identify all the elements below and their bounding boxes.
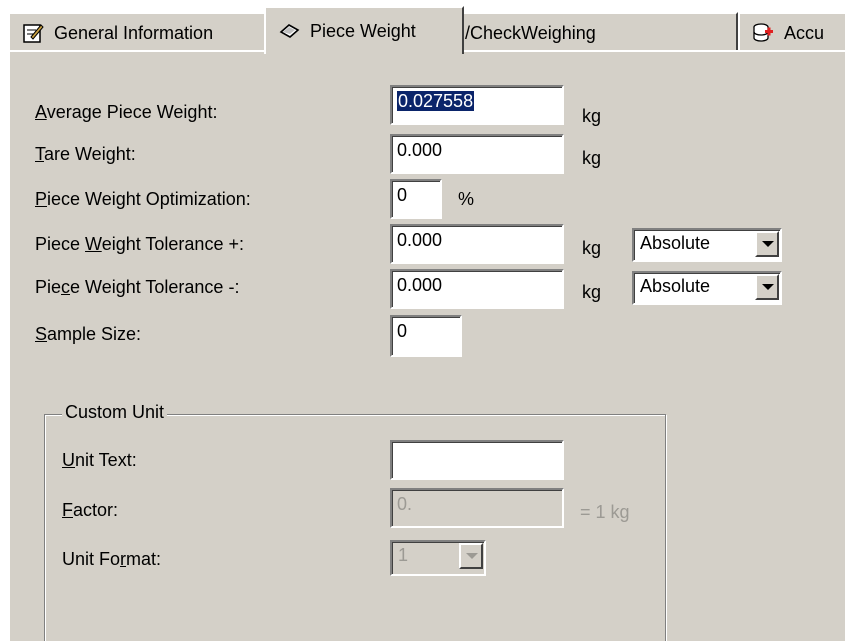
- unit-format-select[interactable]: 1: [390, 540, 486, 576]
- accumulation-icon: [753, 23, 773, 42]
- tab-label: Accu: [784, 22, 825, 43]
- weight-piece-icon: [279, 24, 300, 38]
- tolerance-plus-label: Piece Weight Tolerance +:: [35, 234, 244, 254]
- tolerance-minus-unit: kg: [582, 282, 602, 302]
- tab-label: General Information: [54, 22, 214, 43]
- unit-format-label: Unit Format:: [62, 549, 162, 569]
- chevron-down-icon[interactable]: [755, 274, 779, 300]
- selected-value: Absolute: [640, 233, 711, 253]
- custom-unit-title: Custom Unit: [62, 402, 168, 423]
- average-piece-weight-input[interactable]: 0.027558: [390, 85, 564, 125]
- tolerance-plus-input[interactable]: 0.000: [390, 224, 564, 264]
- unit-text-label: Unit Text:: [62, 450, 137, 470]
- factor-input[interactable]: 0.: [390, 488, 564, 528]
- tare-weight-label: Tare Weight:: [35, 144, 136, 164]
- tare-weight-input[interactable]: 0.000: [390, 134, 564, 174]
- tab-label: Piece Weight: [310, 20, 416, 41]
- chevron-down-icon[interactable]: [755, 231, 779, 257]
- tab-piece-weight[interactable]: Piece Weight: [264, 6, 464, 54]
- selected-value: Absolute: [640, 276, 711, 296]
- unit-text-input[interactable]: [390, 440, 564, 480]
- factor-label: Factor:: [62, 500, 119, 520]
- average-piece-weight-unit: kg: [582, 106, 602, 126]
- sample-size-input[interactable]: 0: [390, 315, 462, 357]
- average-piece-weight-label: Average Piece Weight:: [35, 102, 218, 122]
- tolerance-plus-unit: kg: [582, 238, 602, 258]
- selected-value: 1: [398, 545, 409, 565]
- custom-unit-group: [44, 414, 666, 641]
- chevron-down-icon[interactable]: [459, 543, 483, 569]
- optimization-unit: %: [458, 189, 475, 209]
- tolerance-minus-mode-select[interactable]: Absolute: [632, 271, 782, 305]
- tolerance-minus-input[interactable]: 0.000: [390, 269, 564, 309]
- tolerance-minus-label: Piece Weight Tolerance -:: [35, 277, 240, 297]
- tolerance-plus-mode-select[interactable]: Absolute: [632, 228, 782, 262]
- factor-suffix: = 1 kg: [580, 502, 630, 522]
- sample-size-label: Sample Size:: [35, 324, 142, 344]
- optimization-input[interactable]: 0: [390, 179, 442, 219]
- edit-document-icon: [23, 24, 44, 43]
- piece-weight-page: Average Piece Weight: 0.027558 kg Tare W…: [8, 50, 845, 641]
- tab-strip: General Information Filling/CheckWeighin…: [0, 0, 845, 54]
- optimization-label: Piece Weight Optimization:: [35, 189, 251, 209]
- tab-accu[interactable]: Accu: [738, 12, 845, 52]
- piece-weight-dialog: General Information Filling/CheckWeighin…: [0, 0, 845, 641]
- tare-weight-unit: kg: [582, 148, 602, 168]
- tab-general-information[interactable]: General Information: [8, 12, 266, 52]
